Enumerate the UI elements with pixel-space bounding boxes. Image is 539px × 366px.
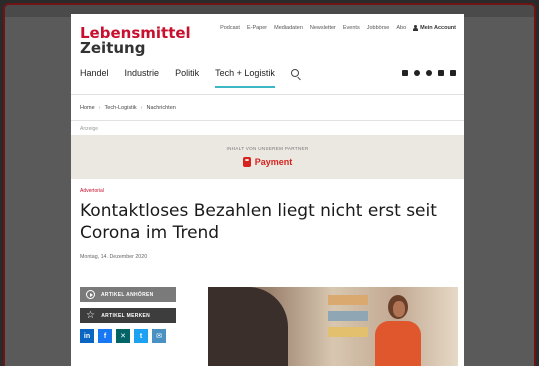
- article-kicker: Advertorial: [80, 188, 104, 194]
- facebook-icon[interactable]: [414, 70, 420, 76]
- share-xing-icon[interactable]: ✕: [116, 329, 130, 343]
- share-buttons: in f ✕ t ✉: [80, 329, 166, 343]
- partner-banner[interactable]: INHALT VON UNSEREM PARTNER Payment: [71, 135, 464, 179]
- nav-industrie[interactable]: Industrie: [125, 68, 160, 78]
- topnav-abo[interactable]: Abo: [396, 25, 406, 31]
- instagram-icon[interactable]: [426, 70, 432, 76]
- breadcrumb: Home › Tech-Logistik › Nachrichten: [80, 105, 176, 111]
- breadcrumb-separator-icon: ›: [98, 105, 101, 111]
- share-twitter-icon[interactable]: t: [134, 329, 148, 343]
- listen-article-button[interactable]: ARTIKEL ANHÖREN: [80, 287, 176, 302]
- article-date: Montag, 14. Dezember 2020: [80, 254, 148, 260]
- nav-tech-logistik[interactable]: Tech + Logistik: [215, 68, 275, 88]
- breadcrumb-tech-logistik[interactable]: Tech-Logistik: [105, 105, 137, 111]
- breadcrumb-divider: [71, 120, 464, 121]
- partner-name: Payment: [254, 157, 293, 167]
- topnav-epaper[interactable]: E-Paper: [247, 25, 267, 31]
- topnav-newsletter[interactable]: Newsletter: [310, 25, 336, 31]
- linkedin-icon[interactable]: [402, 70, 408, 76]
- ad-label: Anzeige: [80, 126, 99, 132]
- web-page: Lebensmittel Zeitung Podcast E-Paper Med…: [71, 14, 464, 366]
- twitter-icon[interactable]: [438, 70, 444, 76]
- background-left: [5, 17, 75, 366]
- topnav-mediadaten[interactable]: Mediadaten: [274, 25, 303, 31]
- star-icon: ☆: [86, 309, 96, 321]
- topnav-events[interactable]: Events: [343, 25, 360, 31]
- main-navigation: Handel Industrie Politik Tech + Logistik: [80, 68, 299, 88]
- logo-line-2: Zeitung: [80, 39, 146, 57]
- article-title: Kontaktloses Bezahlen liegt nicht erst s…: [80, 201, 437, 243]
- share-linkedin-icon[interactable]: in: [80, 329, 94, 343]
- top-navigation: Podcast E-Paper Mediadaten Newsletter Ev…: [220, 25, 456, 31]
- header-divider: [71, 94, 464, 95]
- search-icon[interactable]: [290, 69, 299, 77]
- site-logo[interactable]: Lebensmittel Zeitung: [80, 26, 191, 56]
- background-right: [462, 17, 534, 366]
- nav-politik[interactable]: Politik: [175, 68, 199, 78]
- breadcrumb-nachrichten[interactable]: Nachrichten: [146, 105, 175, 111]
- save-article-label: ARTIKEL MERKEN: [101, 312, 151, 319]
- save-article-button[interactable]: ☆ ARTIKEL MERKEN: [80, 308, 176, 323]
- partner-brand: Payment: [71, 157, 464, 167]
- sparkasse-icon: [242, 157, 251, 167]
- social-links: [402, 70, 456, 76]
- breadcrumb-separator-icon: ›: [140, 105, 143, 111]
- account-label: Mein Account: [420, 25, 456, 31]
- share-email-icon[interactable]: ✉: [152, 329, 166, 343]
- topnav-podcast[interactable]: Podcast: [220, 25, 240, 31]
- topnav-jobboerse[interactable]: Jobbörse: [367, 25, 390, 31]
- person-icon: [413, 25, 419, 31]
- play-icon: [86, 290, 95, 299]
- account-link[interactable]: Mein Account: [413, 25, 456, 31]
- breadcrumb-home[interactable]: Home: [80, 105, 95, 111]
- listen-article-label: ARTIKEL ANHÖREN: [101, 291, 154, 298]
- nav-handel[interactable]: Handel: [80, 68, 109, 78]
- partner-label: INHALT VON UNSEREM PARTNER: [226, 146, 309, 151]
- article-image: [208, 287, 458, 366]
- rss-icon[interactable]: [450, 70, 456, 76]
- share-facebook-icon[interactable]: f: [98, 329, 112, 343]
